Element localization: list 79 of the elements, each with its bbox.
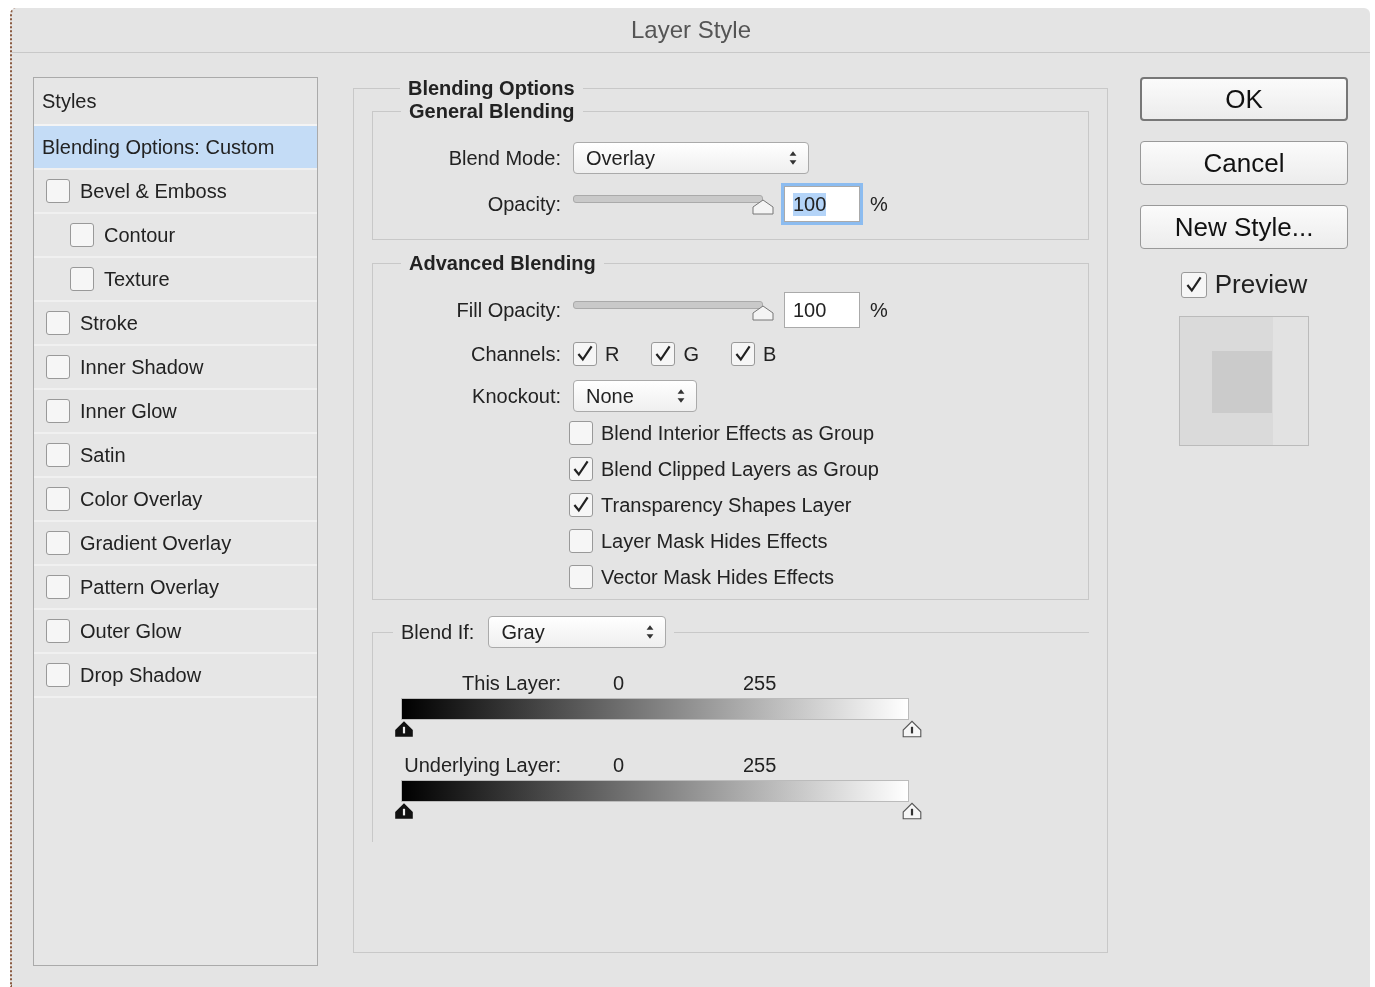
checkbox[interactable] [569, 457, 593, 481]
range-value: 0 [613, 671, 626, 695]
field-label: Blend Mode: [447, 146, 561, 170]
checkbox[interactable] [569, 421, 593, 445]
checkbox-label: Vector Mask Hides Effects [601, 565, 835, 589]
dialog-button[interactable]: New Style... [1140, 205, 1348, 249]
fill-opacity-field[interactable]: 100 [784, 292, 860, 328]
range-handle[interactable] [393, 720, 415, 738]
range-handle[interactable] [901, 720, 923, 738]
checkbox-label: B [763, 342, 777, 366]
unit-label: % [870, 298, 888, 322]
field-label: Opacity: [486, 192, 561, 216]
group-title: General Blending [409, 100, 575, 122]
checkbox-label: R [605, 342, 620, 366]
style-item[interactable]: Texture [34, 258, 317, 302]
window-title: Layer Style [630, 16, 752, 44]
blend-if-dropdown[interactable]: Gray [488, 616, 667, 648]
style-item[interactable]: Pattern Overlay [34, 566, 317, 610]
style-item[interactable]: Color Overlay [34, 478, 317, 522]
checkbox-label: Transparency Shapes Layer [601, 493, 852, 517]
knockout-dropdown[interactable]: None [573, 380, 697, 412]
unit-label: % [870, 192, 888, 216]
field-label: Knockout: [471, 384, 561, 408]
checkbox[interactable] [569, 493, 593, 517]
checkbox[interactable] [70, 267, 94, 291]
panel-heading: Styles [42, 89, 97, 113]
field-label: Fill Opacity: [455, 298, 561, 322]
range-label: This Layer: [461, 671, 561, 695]
checkbox[interactable] [46, 399, 70, 423]
checkbox-label: Blend Interior Effects as Group [601, 421, 875, 445]
style-item[interactable]: Bevel & Emboss [34, 170, 317, 214]
style-item[interactable]: Inner Glow [34, 390, 317, 434]
blend-mode-dropdown[interactable]: Overlay [573, 142, 809, 174]
stepper-icon [788, 150, 798, 166]
style-item[interactable]: Outer Glow [34, 610, 317, 654]
group-title: Blending Options [408, 77, 575, 99]
group-title: Advanced Blending [409, 252, 596, 274]
checkbox[interactable] [651, 342, 676, 366]
checkbox[interactable] [573, 342, 597, 366]
checkbox[interactable] [1180, 271, 1207, 298]
field-label: Channels: [469, 342, 561, 366]
slider-thumb[interactable] [752, 305, 774, 321]
checkbox[interactable] [46, 619, 70, 643]
dialog-button[interactable]: OK [1140, 77, 1348, 121]
checkbox[interactable] [46, 443, 70, 467]
style-item[interactable]: Gradient Overlay [34, 522, 317, 566]
checkbox[interactable] [46, 355, 70, 379]
checkbox[interactable] [46, 179, 70, 203]
style-item[interactable]: Drop Shadow [34, 654, 317, 698]
style-item[interactable]: Inner Shadow [34, 346, 317, 390]
checkbox-label: Preview [1214, 269, 1308, 300]
checkbox[interactable] [70, 223, 94, 247]
field-label: Blend If: [401, 620, 475, 644]
range-value: 0 [613, 753, 626, 777]
style-item[interactable]: Satin [34, 434, 317, 478]
checkbox-label: Blend Clipped Layers as Group [601, 457, 879, 481]
style-item[interactable]: Stroke [34, 302, 317, 346]
checkbox[interactable] [46, 531, 70, 555]
checkbox[interactable] [46, 487, 70, 511]
dialog-button[interactable]: Cancel [1140, 141, 1348, 185]
range-label: Underlying Layer: [403, 753, 561, 777]
checkbox[interactable] [731, 342, 755, 366]
checkbox[interactable] [46, 575, 70, 599]
checkbox[interactable] [569, 565, 593, 589]
checkbox[interactable] [569, 529, 593, 553]
range-handle[interactable] [901, 802, 923, 820]
checkbox[interactable] [46, 663, 70, 687]
opacity-field[interactable]: 100 [784, 186, 860, 222]
checkbox-label: G [683, 342, 699, 366]
style-item[interactable]: Blending Options: Custom [34, 126, 317, 170]
stepper-icon [676, 388, 686, 404]
range-value: 255 [743, 671, 777, 695]
stepper-icon [645, 624, 656, 640]
slider-thumb[interactable] [752, 199, 774, 215]
checkbox[interactable] [46, 311, 70, 335]
checkbox-label: Layer Mask Hides Effects [601, 529, 828, 553]
style-item[interactable]: Contour [34, 214, 317, 258]
range-handle[interactable] [393, 802, 415, 820]
range-value: 255 [743, 753, 777, 777]
